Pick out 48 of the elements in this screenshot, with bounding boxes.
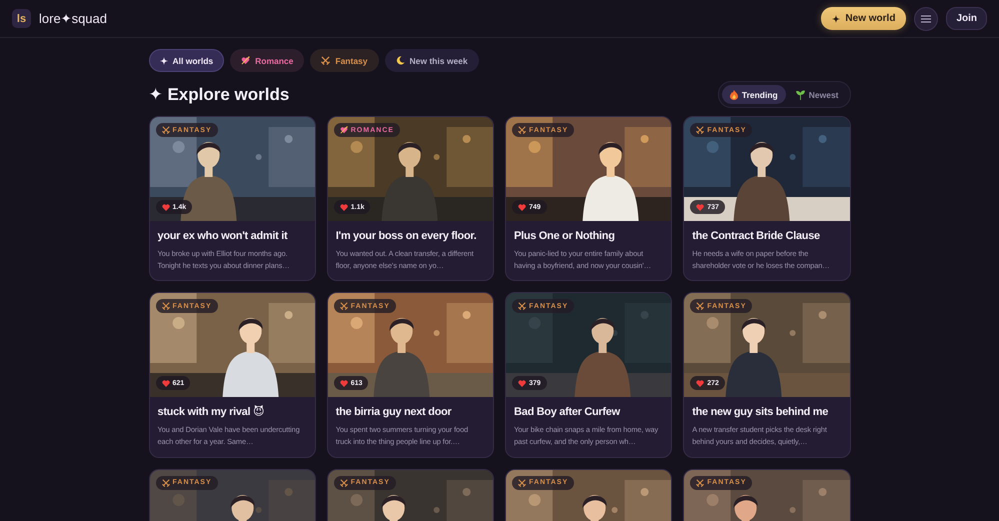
filter-chip[interactable]: New this week <box>384 49 479 72</box>
heart-icon <box>162 380 170 387</box>
logo-badge[interactable]: ls <box>12 9 31 28</box>
card-title: the new guy sits behind me <box>692 406 830 420</box>
crossed-swords-icon <box>162 126 170 134</box>
filter-chip[interactable]: Fantasy <box>310 49 379 72</box>
heart-icon <box>340 204 348 210</box>
brand-name: lore✦squad <box>39 10 107 26</box>
sprout-icon <box>796 90 805 100</box>
crossed-swords-icon <box>696 126 704 134</box>
sparkle-icon <box>160 56 168 64</box>
sort-tab[interactable]: Newest <box>788 85 846 104</box>
crossed-swords-icon <box>696 478 704 487</box>
card-title: Plus One or Nothing <box>514 230 616 244</box>
crossed-swords-icon <box>340 302 348 310</box>
card-title: your ex who won't admit it <box>158 230 288 244</box>
sort-tab[interactable]: Trending <box>722 85 786 104</box>
filter-chip[interactable]: Romance <box>230 49 304 72</box>
card-title: stuck with my rival 😈 <box>158 406 266 420</box>
new-world-button[interactable]: New world <box>821 7 906 30</box>
crossed-swords-icon <box>340 478 348 487</box>
card-title: I'm your boss on every floor. <box>336 230 478 244</box>
join-button[interactable]: Join <box>946 7 987 30</box>
heart-icon <box>518 380 526 387</box>
crossed-swords-icon <box>518 478 526 487</box>
heart-icon <box>340 380 348 387</box>
filter-chip[interactable]: All worlds <box>148 49 224 72</box>
heart-icon <box>518 204 526 210</box>
crossed-swords-icon <box>162 302 170 310</box>
crossed-swords-icon <box>696 302 704 310</box>
crossed-swords-icon <box>518 302 526 310</box>
sparkle-icon <box>832 14 840 22</box>
card-title: the Contract Bride Clause <box>692 230 821 244</box>
menu-button[interactable] <box>914 6 938 30</box>
menu-icon <box>921 14 932 22</box>
heart-arrow-icon <box>241 56 250 65</box>
crossed-swords-icon <box>162 478 170 487</box>
card-title: the birria guy next door <box>336 406 452 420</box>
card-title: Bad Boy after Curfew <box>514 406 622 420</box>
heart-arrow-icon <box>340 126 348 134</box>
section-title: ✦ Explore worlds <box>148 84 290 104</box>
heart-icon <box>696 380 704 387</box>
crossed-swords-icon <box>321 56 330 65</box>
heart-icon <box>162 204 170 210</box>
moon-icon <box>396 56 405 65</box>
crossed-swords-icon <box>518 126 526 134</box>
heart-icon <box>696 204 704 210</box>
fire-icon <box>730 90 738 100</box>
